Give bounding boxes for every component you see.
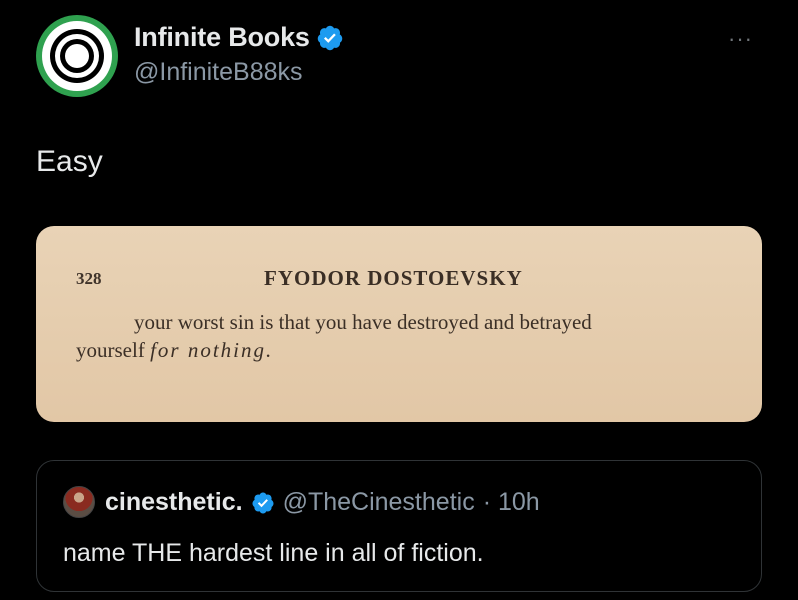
quoted-tweet-card[interactable]: cinesthetic. @TheCinesthetic · 10h name …	[36, 460, 762, 592]
quoted-author-display-name[interactable]: cinesthetic.	[105, 488, 243, 517]
quoted-author-avatar[interactable]	[63, 486, 95, 518]
author-display-name[interactable]: Infinite Books	[134, 22, 310, 53]
tweet-text: Easy	[36, 145, 103, 178]
book-quote-line-1: your worst sin is that you have destroye…	[134, 310, 592, 334]
quoted-verified-badge-icon	[252, 492, 274, 513]
quoted-author-handle[interactable]: @TheCinesthetic	[283, 488, 475, 517]
more-options-icon[interactable]: ···	[728, 26, 753, 52]
book-quote-line-2-italic: for nothing.	[150, 338, 274, 362]
book-quote-line-2-start: yourself	[76, 338, 151, 362]
tweet-view: Infinite Books @InfiniteB88ks ··· Easy 3…	[0, 0, 798, 600]
book-quote-line-2: yourself for nothing.	[76, 338, 273, 363]
book-page-number: 328	[76, 269, 102, 288]
author-name-row: Infinite Books	[134, 22, 344, 53]
author-avatar[interactable]	[36, 15, 118, 97]
author-handle[interactable]: @InfiniteB88ks	[134, 58, 303, 87]
quoted-tweet-timestamp[interactable]: · 10h	[483, 488, 540, 517]
verified-badge-icon	[317, 25, 342, 50]
quoted-tweet-text: name THE hardest line in all of fiction.	[63, 539, 484, 567]
quoted-tweet-header: cinesthetic. @TheCinesthetic · 10h	[105, 488, 540, 517]
book-running-title: FYODOR DOSTOEVSKY	[264, 266, 523, 290]
tweet-media-image[interactable]: 328 FYODOR DOSTOEVSKY your worst sin is …	[36, 226, 762, 422]
